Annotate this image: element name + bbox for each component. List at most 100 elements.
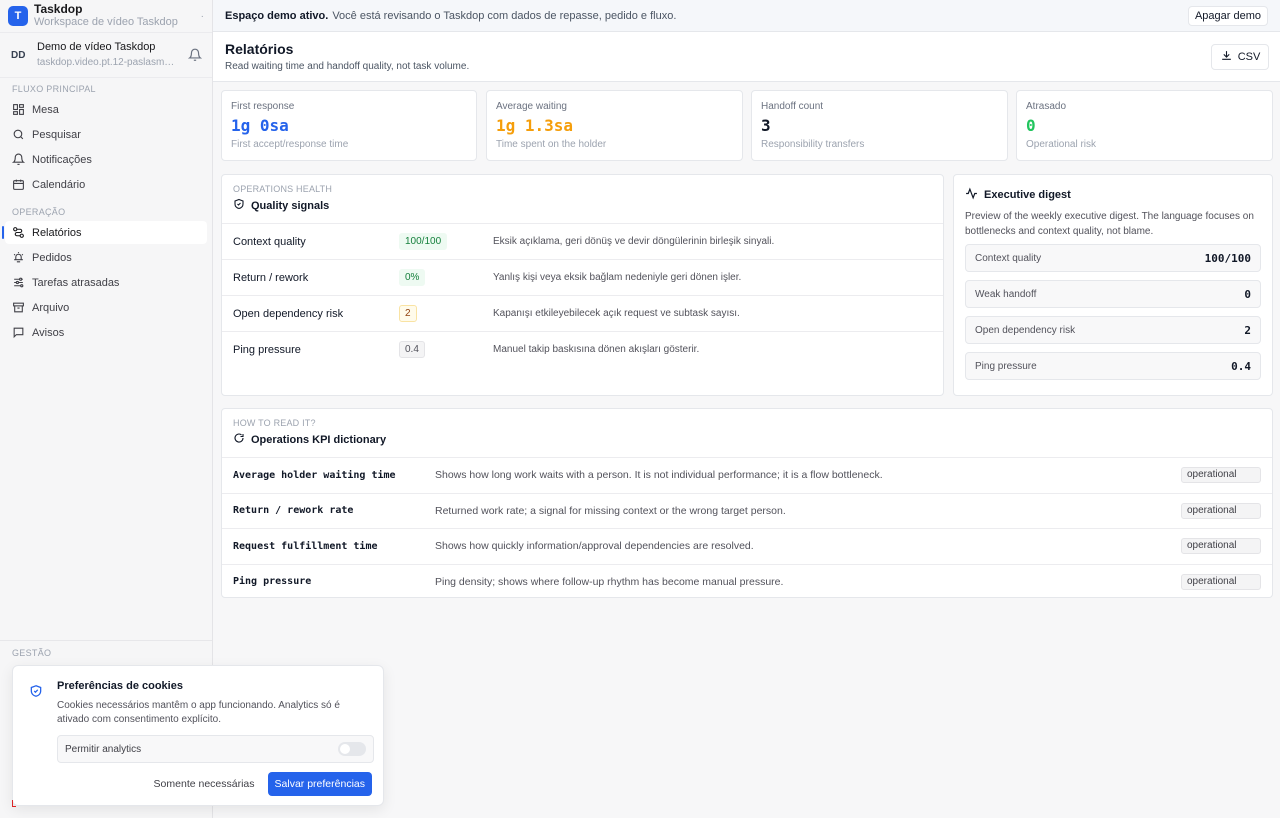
kpi-subtitle: Operational risk <box>1026 139 1097 150</box>
sidebar-item-pesquisar[interactable]: Pesquisar <box>5 123 207 146</box>
sidebar-item-notificacoes[interactable]: Notificações <box>5 148 207 171</box>
kpi-value: 0 <box>1026 116 1036 135</box>
kpi-card-average-waiting: Average waiting 1g 1.3sa Time spent on t… <box>486 90 743 161</box>
dictionary-row-desc: Ping density; shows where follow-up rhyt… <box>435 575 784 588</box>
quality-row: Context quality 100/100 Eksik açıklama, … <box>222 223 943 259</box>
kpi-value: 1g 1.3sa <box>496 116 574 135</box>
calendar-icon <box>11 178 25 192</box>
quality-row-value: 2 <box>399 305 417 322</box>
bell-icon[interactable] <box>186 46 204 64</box>
sidebar-item-label: Pedidos <box>32 251 72 264</box>
sidebar-item-label: Mesa <box>32 103 59 116</box>
chevron-icon: · <box>200 10 204 22</box>
kpi-card-atrasado: Atrasado 0 Operational risk <box>1016 90 1273 161</box>
dictionary-row-desc: Shows how quickly information/approval d… <box>435 540 754 553</box>
analytics-toggle-row: Permitir analytics <box>57 735 374 763</box>
page-title: Relatórios <box>225 41 294 57</box>
csv-export-button[interactable]: CSV <box>1211 44 1269 70</box>
save-preferences-button[interactable]: Salvar preferências <box>267 772 372 796</box>
grid-icon <box>11 103 25 117</box>
activity-icon <box>965 187 978 203</box>
digest-row-value: 2 <box>1244 323 1251 337</box>
dictionary-eyebrow: HOW TO READ IT? <box>233 418 316 428</box>
workspace-logo: T <box>8 6 28 26</box>
user-profile[interactable]: DD Demo de vídeo Taskdop taskdop.video.p… <box>0 32 212 78</box>
sidebar-item-arquivo[interactable]: Arquivo <box>5 296 207 319</box>
analytics-toggle[interactable] <box>338 742 366 756</box>
shield-icon <box>233 198 245 213</box>
sidebar-item-relatorios[interactable]: Relatórios <box>2 221 207 244</box>
bell-ring-icon <box>11 251 25 265</box>
digest-text: Preview of the weekly executive digest. … <box>965 211 1254 237</box>
sidebar-item-avisos[interactable]: Avisos <box>5 321 207 344</box>
dictionary-row-name: Request fulfillment time <box>233 540 378 552</box>
digest-row: Context quality 100/100 <box>965 244 1261 272</box>
delete-demo-button[interactable]: Apagar demo <box>1187 5 1268 26</box>
workspace-switcher[interactable]: T Taskdop Workspace de vídeo Taskdop · <box>0 0 212 32</box>
dictionary-title: Operations KPI dictionary <box>251 433 387 446</box>
quality-eyebrow: OPERATIONS HEALTH <box>233 184 333 194</box>
kpi-card-first-response: First response 1g 0sa First accept/respo… <box>221 90 477 161</box>
dictionary-row: Return / rework rate Returned work rate;… <box>222 492 1272 529</box>
quality-row-desc: Kapanışı etkileyebilecek açık request ve… <box>493 308 740 319</box>
sidebar-item-calendario[interactable]: Calendário <box>5 173 207 196</box>
quality-row-name: Return / rework <box>233 271 309 284</box>
message-icon <box>11 326 25 340</box>
page-subtitle: Read waiting time and handoff quality, n… <box>225 61 470 72</box>
sidebar-item-label: Arquivo <box>32 301 70 314</box>
section-label-main: FLUXO PRINCIPAL <box>12 84 96 94</box>
sliders-icon <box>11 276 25 290</box>
kpi-label: Average waiting <box>496 101 567 112</box>
sidebar-item-pedidos[interactable]: Pedidos <box>5 246 207 269</box>
section-manage: GESTÃO <box>0 640 212 658</box>
quality-row: Return / rework 0% Yanlış kişi veya eksi… <box>222 259 943 295</box>
workspace-subtitle: Workspace de vídeo Taskdop <box>34 16 178 28</box>
quality-row: Ping pressure 0.4 Manuel takip baskısına… <box>222 331 943 367</box>
dictionary-row: Average holder waiting time Shows how lo… <box>222 457 1272 493</box>
executive-digest-panel: Executive digest Preview of the weekly e… <box>953 174 1273 396</box>
quality-row: Open dependency risk 2 Kapanışı etkileye… <box>222 295 943 331</box>
archive-icon <box>11 301 25 315</box>
digest-row-value: 0 <box>1244 287 1251 301</box>
cookie-title: Preferências de cookies <box>57 680 183 692</box>
digest-row: Open dependency risk 2 <box>965 316 1261 344</box>
dictionary-row-tag: operational <box>1181 538 1261 555</box>
kpi-value: 3 <box>761 116 771 135</box>
digest-row: Weak handoff 0 <box>965 280 1261 308</box>
digest-row-label: Context quality <box>975 252 1042 264</box>
dictionary-row-tag: operational <box>1181 502 1261 519</box>
dictionary-row-desc: Returned work rate; a signal for missing… <box>435 504 786 517</box>
quality-row-value: 0.4 <box>399 341 425 358</box>
kpi-label: First response <box>231 101 295 112</box>
sidebar-item-label: Notificações <box>32 153 92 166</box>
bell-icon <box>11 153 25 167</box>
sidebar-item-label: Avisos <box>32 326 65 339</box>
refresh-icon <box>233 432 245 447</box>
quality-row-value: 100/100 <box>399 233 448 250</box>
error-marker-icon <box>12 800 16 807</box>
quality-row-desc: Eksik açıklama, geri dönüş ve devir döng… <box>493 236 775 247</box>
kpi-subtitle: Responsibility transfers <box>761 139 865 150</box>
quality-title: Quality signals <box>251 199 330 212</box>
quality-row-value: 0% <box>399 269 426 286</box>
section-label-ops: OPERAÇÃO <box>12 207 66 217</box>
only-necessary-button[interactable]: Somente necessárias <box>154 778 255 790</box>
sidebar-item-label: Relatórios <box>32 226 82 239</box>
cookie-text: Cookies necessários mantêm o app funcion… <box>57 700 340 725</box>
dictionary-row-name: Ping pressure <box>233 576 312 588</box>
digest-row-value: 0.4 <box>1231 359 1251 373</box>
route-icon <box>11 226 25 240</box>
sidebar-item-mesa[interactable]: Mesa <box>5 98 207 121</box>
digest-row: Ping pressure 0.4 <box>965 352 1261 380</box>
quality-row-desc: Yanlış kişi veya eksik bağlam nedeniyle … <box>493 272 742 283</box>
dictionary-row: Request fulfillment time Shows how quick… <box>222 528 1272 564</box>
sidebar-item-label: Calendário <box>32 178 86 191</box>
sidebar-item-tarefas-atrasadas[interactable]: Tarefas atrasadas <box>5 271 207 294</box>
sidebar-item-label: Pesquisar <box>32 128 81 141</box>
demo-banner-title: Espaço demo ativo. <box>225 9 329 22</box>
dictionary-row-name: Return / rework rate <box>233 505 354 517</box>
dictionary-row-name: Average holder waiting time <box>233 469 396 481</box>
demo-banner: Espaço demo ativo. Você está revisando o… <box>213 0 1280 32</box>
digest-row-label: Open dependency risk <box>975 324 1076 336</box>
dictionary-row-desc: Shows how long work waits with a person.… <box>435 469 883 482</box>
